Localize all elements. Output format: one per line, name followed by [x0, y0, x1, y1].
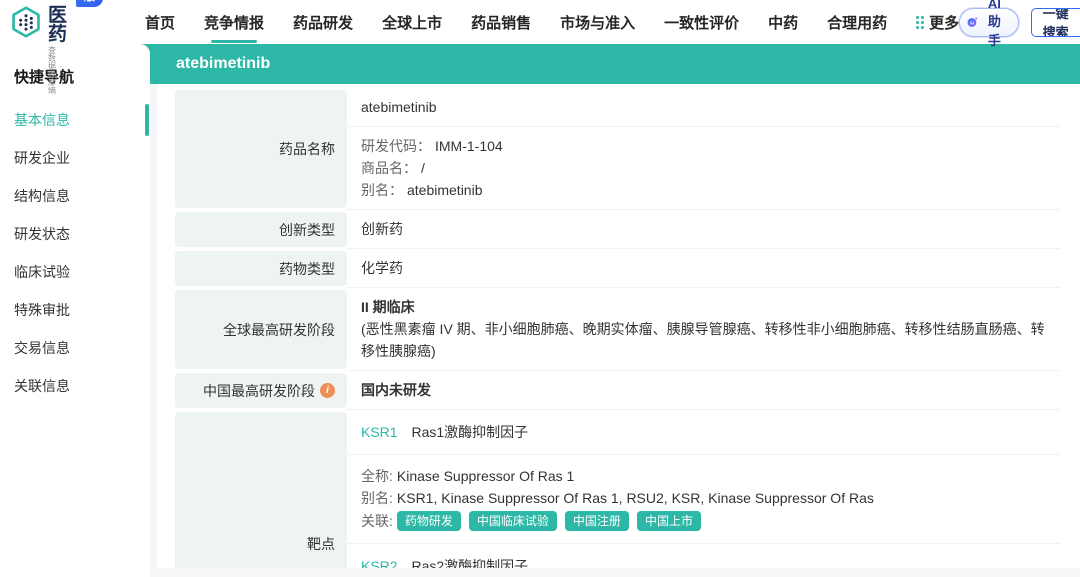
quick-search[interactable]: 一键搜索 — [1031, 8, 1080, 37]
target-full-name: Kinase Suppressor Of Ras 1 — [397, 468, 574, 484]
nav-item-market-access[interactable]: 市场与准入 — [560, 1, 635, 44]
alias-value: atebimetinib — [407, 182, 483, 198]
row-china-phase: 中国最高研发阶段 i 国内未研发 — [175, 371, 1080, 410]
field-key: 别名： — [361, 182, 403, 198]
nav-actions: AI AI助手 一键搜索 — [959, 8, 1080, 37]
brand-tagline: 查数据·找摩熵 — [48, 47, 68, 95]
main-nav: 首页 竞争情报 药品研发 全球上市 药品销售 市场与准入 一致性评价 中药 合理… — [145, 1, 959, 44]
field-key: 全称: — [361, 468, 393, 484]
nav-more-label: 更多 — [929, 12, 959, 33]
row-label: 全球最高研发阶段 — [175, 290, 347, 369]
nav-item-consistency-eval[interactable]: 一致性评价 — [664, 1, 739, 44]
row-label: 创新类型 — [175, 212, 347, 247]
target-link-ksr2[interactable]: KSR2 — [361, 558, 398, 568]
more-grid-icon — [916, 16, 924, 29]
target-alias: KSR1, Kinase Suppressor Of Ras 1, RSU2, … — [397, 490, 874, 506]
global-phase-value: II 期临床 — [361, 296, 1046, 318]
relation-badge-cn-clinical[interactable]: 中国临床试验 — [469, 511, 557, 531]
drug-name-title: atebimetinib — [176, 55, 270, 73]
sidebar-item-deal-info[interactable]: 交易信息 — [0, 329, 150, 367]
global-phase-indications: (恶性黑素瘤 IV 期、非小细胞肺癌、晚期实体瘤、胰腺导管腺癌、转移性非小细胞肺… — [361, 318, 1046, 362]
nav-item-rational-use[interactable]: 合理用药 — [827, 1, 887, 44]
field-key: 研发代码： — [361, 138, 431, 154]
ai-assistant-button[interactable]: AI AI助手 — [959, 8, 1019, 37]
nav-item-home[interactable]: 首页 — [145, 1, 175, 44]
trade-name-value: / — [421, 160, 425, 176]
sidebar-item-rd-company[interactable]: 研发企业 — [0, 139, 150, 177]
row-label: 药物类型 — [175, 251, 347, 286]
sidebar-item-rd-status[interactable]: 研发状态 — [0, 215, 150, 253]
field-key: 商品名： — [361, 160, 417, 176]
brand-name: 摩熵·医药 — [48, 0, 68, 44]
target-name: Ras2激酶抑制因子 — [411, 558, 528, 568]
drug-title-bar: atebimetinib — [157, 44, 1080, 84]
field-key: 关联: — [361, 509, 393, 533]
row-drug-type: 药物类型 化学药 — [175, 249, 1080, 288]
row-label: 靶点 — [175, 412, 347, 568]
relation-badge-drug-rd[interactable]: 药物研发 — [397, 511, 461, 531]
nav-item-tcm[interactable]: 中药 — [768, 1, 798, 44]
relation-badge-cn-registration[interactable]: 中国注册 — [565, 511, 629, 531]
sidebar-item-basic-info[interactable]: 基本信息 — [0, 101, 150, 139]
nav-item-drug-rd[interactable]: 药品研发 — [293, 1, 353, 44]
enterprise-badge: 企业版 — [76, 0, 103, 7]
sidebar-item-related-info[interactable]: 关联信息 — [0, 367, 150, 405]
target-link-ksr1[interactable]: KSR1 — [361, 424, 398, 440]
svg-text:AI: AI — [970, 20, 974, 25]
target-detail-ksr1: 全称:Kinase Suppressor Of Ras 1 别名:KSR1, K… — [347, 455, 1060, 544]
sidebar-item-clinical-trials[interactable]: 临床试验 — [0, 253, 150, 291]
row-targets: 靶点 KSR1 Ras1激酶抑制因子 全称:Kinase Suppressor … — [175, 410, 1080, 568]
nav-item-drug-sales[interactable]: 药品销售 — [471, 1, 531, 44]
row-global-phase: 全球最高研发阶段 II 期临床 (恶性黑素瘤 IV 期、非小细胞肺癌、晚期实体瘤… — [175, 288, 1080, 371]
row-innovation-type: 创新类型 创新药 — [175, 210, 1080, 249]
nav-item-more[interactable]: 更多 — [916, 1, 959, 44]
page-body: 快捷导航 基本信息 研发企业 结构信息 研发状态 临床试验 特殊审批 交易信息 … — [0, 44, 1080, 577]
ai-icon: AI — [967, 13, 978, 32]
brand-logo[interactable]: 摩熵·医药 查数据·找摩熵 企业版 — [10, 0, 103, 95]
rd-code-value: IMM-1-104 — [435, 138, 503, 154]
info-icon[interactable]: i — [320, 383, 335, 398]
target-name: Ras1激酶抑制因子 — [411, 424, 528, 440]
row-drug-name: 药品名称 atebimetinib 研发代码：IMM-1-104 商品名：/ 别… — [175, 88, 1080, 210]
drug-primary-name: atebimetinib — [347, 88, 1060, 127]
nav-item-competitive-intel[interactable]: 竞争情报 — [204, 1, 264, 44]
target-item: KSR2 Ras2激酶抑制因子 — [347, 544, 1060, 568]
field-key: 别名: — [361, 490, 393, 506]
target-item: KSR1 Ras1激酶抑制因子 — [347, 410, 1060, 455]
relation-badge-cn-listed[interactable]: 中国上市 — [637, 511, 701, 531]
quick-search-label: 一键搜索 — [1032, 8, 1080, 37]
basic-info-panel: 药品名称 atebimetinib 研发代码：IMM-1-104 商品名：/ 别… — [157, 84, 1080, 568]
sidebar-item-special-approval[interactable]: 特殊审批 — [0, 291, 150, 329]
china-phase-value: 国内未研发 — [347, 371, 1060, 410]
drug-type-value: 化学药 — [347, 249, 1060, 288]
top-navbar: 摩熵·医药 查数据·找摩熵 企业版 首页 竞争情报 药品研发 全球上市 药品销售… — [0, 0, 1080, 44]
ai-assistant-label: AI助手 — [983, 0, 1006, 49]
main-content: atebimetinib 药品名称 atebimetinib 研发代码：IMM-… — [157, 44, 1080, 568]
sidebar-item-structure-info[interactable]: 结构信息 — [0, 177, 150, 215]
china-phase-label: 中国最高研发阶段 — [203, 381, 315, 401]
brand-logo-icon — [10, 6, 42, 38]
nav-item-global-launch[interactable]: 全球上市 — [382, 1, 442, 44]
quick-nav-sidebar: 快捷导航 基本信息 研发企业 结构信息 研发状态 临床试验 特殊审批 交易信息 … — [0, 44, 150, 577]
row-label: 中国最高研发阶段 i — [175, 373, 347, 408]
row-label: 药品名称 — [175, 90, 347, 208]
innovation-type-value: 创新药 — [347, 210, 1060, 249]
